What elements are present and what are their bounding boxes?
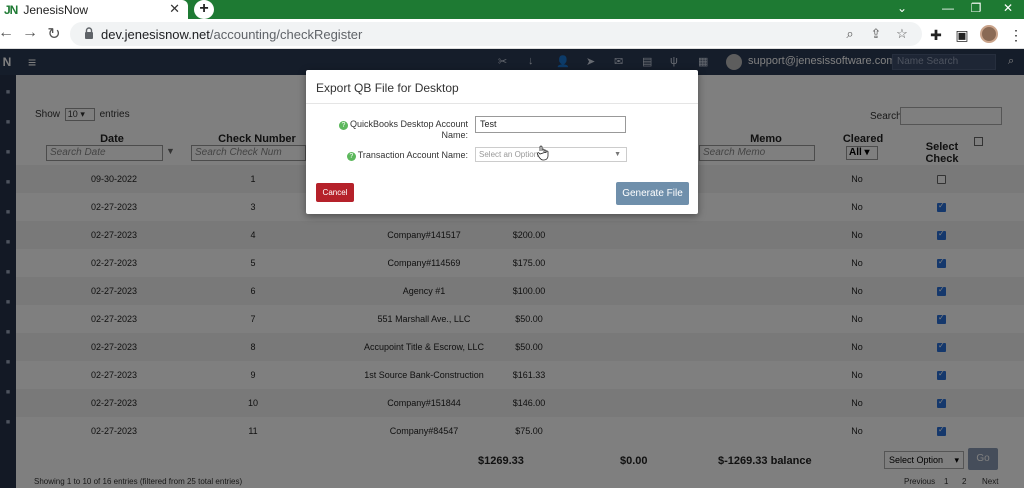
help-icon[interactable]: ? [338,121,348,130]
share-icon[interactable]: ⇪ [868,26,884,42]
back-icon[interactable]: ← [0,24,16,42]
cancel-button[interactable]: Cancel [316,183,354,202]
browser-toolbar: ← → ↻ dev.jenesisnow.net/accounting/chec… [0,19,1024,49]
chevron-down-icon[interactable]: ⌄ [882,0,922,19]
chevron-down-icon: ▼ [614,151,621,158]
txn-account-label: ? Transaction Account Name: [316,150,468,161]
modal-divider [306,103,698,104]
extensions-puzzle-icon[interactable]: ✚ [928,27,944,43]
new-tab-button[interactable]: + [194,0,214,19]
qb-account-label: ? QuickBooks Desktop Account Name: [316,119,468,140]
export-qb-modal: Export QB File for Desktop ? QuickBooks D… [306,70,698,214]
browser-tab[interactable]: JN JenesisNow ✕ [0,0,188,19]
txn-account-label-text: Transaction Account Name: [357,150,468,160]
generate-file-button[interactable]: Generate File [616,182,689,205]
modal-title: Export QB File for Desktop [316,81,459,95]
help-icon[interactable]: ? [346,152,356,161]
url-text: dev.jenesisnow.net/accounting/checkRegis… [101,27,363,42]
mouse-cursor-icon [537,145,549,161]
forward-icon[interactable]: → [20,24,40,42]
side-panel-icon[interactable]: ▣ [954,27,970,43]
reload-icon[interactable]: ↻ [44,24,64,44]
lock-icon[interactable] [82,26,96,40]
bookmark-star-icon[interactable]: ☆ [894,26,910,42]
qb-account-input[interactable]: Test [475,116,626,133]
browser-tabstrip: JN JenesisNow ✕ + ⌄ — ❐ ✕ [0,0,1024,19]
jenesis-logo-icon: JN [4,2,18,17]
txn-account-select[interactable]: Select an Option ▼ [475,147,627,162]
tab-close-icon[interactable]: ✕ [169,1,180,17]
menu-kebab-icon[interactable]: ⋮ [1008,27,1024,43]
tab-title: JenesisNow [23,2,89,17]
txn-account-placeholder: Select an Option [479,150,539,159]
zoom-icon[interactable]: ⌕ [842,26,858,42]
address-bar[interactable]: dev.jenesisnow.net/accounting/checkRegis… [70,22,922,46]
qb-account-label-text: QuickBooks Desktop Account Name: [349,119,468,140]
profile-avatar[interactable] [980,25,998,43]
close-window-icon[interactable]: ✕ [988,0,1024,19]
